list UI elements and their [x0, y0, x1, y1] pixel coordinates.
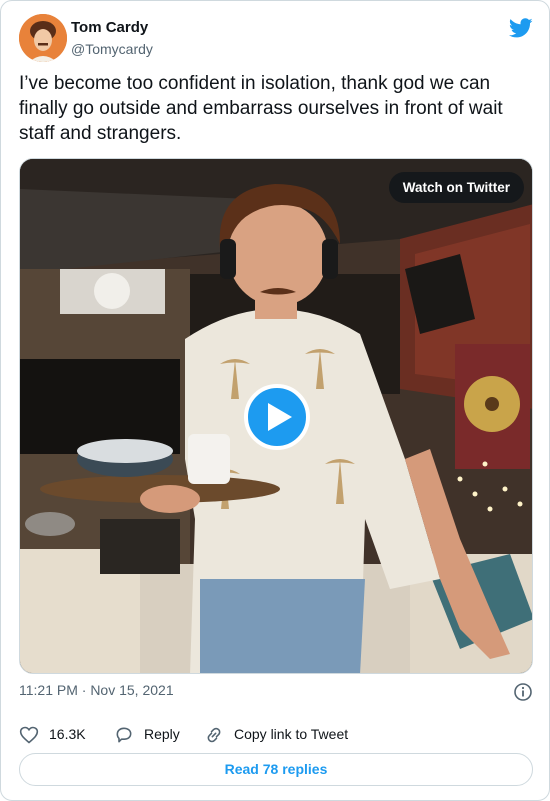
copy-link-button[interactable]: Copy link to Tweet [204, 724, 404, 746]
link-icon [207, 727, 221, 743]
play-icon [268, 403, 292, 431]
tweet-actions: 16.3K Reply Copy link to Tweet [19, 724, 533, 746]
tweet-text: I’ve become too confident in isolation, … [19, 73, 503, 144]
author-handle[interactable]: @Tomycardy [71, 41, 153, 57]
reply-label: Reply [144, 726, 180, 742]
tweet-timestamp[interactable]: 11:21 PM · Nov 15, 2021 [19, 682, 174, 698]
twitter-bird-icon[interactable] [509, 16, 533, 40]
tweet-meta: 11:21 PM · Nov 15, 2021 [19, 682, 533, 702]
watch-on-twitter-button[interactable]: Watch on Twitter [388, 172, 524, 203]
read-replies-button[interactable]: Read 78 replies [19, 753, 533, 786]
reply-button[interactable]: Reply [114, 724, 194, 746]
video-player[interactable]: Watch on Twitter [19, 158, 533, 674]
reply-icon [116, 727, 132, 743]
copy-link-label: Copy link to Tweet [234, 726, 349, 742]
info-icon[interactable] [513, 682, 533, 702]
like-button[interactable]: 16.3K [19, 724, 99, 746]
tweet-embed-card: Tom Cardy @Tomycardy I’ve become too con… [0, 0, 550, 801]
avatar[interactable] [19, 14, 67, 62]
tweet-header: Tom Cardy @Tomycardy [19, 14, 533, 64]
play-button[interactable] [244, 384, 310, 450]
author-name[interactable]: Tom Cardy [71, 19, 148, 36]
heart-icon [19, 726, 39, 744]
like-count: 16.3K [49, 726, 86, 742]
